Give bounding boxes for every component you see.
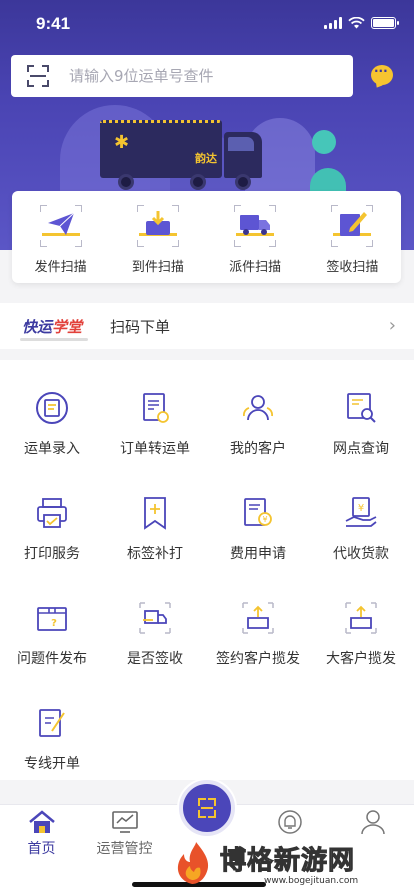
print-service-button[interactable]: 打印服务 bbox=[0, 465, 104, 565]
cod-payment-button[interactable]: ¥ 代收货款 bbox=[309, 465, 413, 565]
paper-plane-icon bbox=[39, 205, 82, 247]
contract-pickup-button[interactable]: 签约客户揽发 bbox=[206, 570, 310, 670]
monitor-icon bbox=[110, 809, 140, 835]
arrival-scan-button[interactable]: 到件扫描 bbox=[109, 191, 206, 283]
battery-icon bbox=[371, 17, 399, 29]
dedicated-line-button[interactable]: 专线开单 bbox=[0, 675, 104, 775]
grid-label: 签约客户揽发 bbox=[216, 651, 300, 667]
scan-order-banner[interactable]: 快运学堂 扫码下单 › bbox=[0, 303, 414, 349]
dedicated-line-icon bbox=[34, 705, 70, 741]
label-reprint-icon bbox=[137, 495, 173, 531]
outlet-search-button[interactable]: 网点查询 bbox=[309, 360, 413, 460]
svg-text:¥: ¥ bbox=[262, 515, 267, 524]
grid-label: 是否签收 bbox=[127, 651, 183, 667]
central-scan-button[interactable] bbox=[179, 780, 235, 836]
scan-actions-card: 发件扫描 到件扫描 派件扫描 签收扫描 bbox=[12, 191, 401, 283]
grid-label: 标签补打 bbox=[127, 546, 183, 562]
truck-brand-text: 韵达 bbox=[195, 152, 217, 165]
waybill-entry-icon bbox=[34, 390, 70, 426]
order-convert-icon bbox=[137, 390, 173, 426]
cod-payment-icon: ¥ bbox=[343, 495, 379, 531]
dispatch-scan-button[interactable]: 派件扫描 bbox=[207, 191, 304, 283]
svg-text:?: ? bbox=[51, 618, 57, 629]
tab-label: 首页 bbox=[27, 841, 56, 857]
fee-request-button[interactable]: ¥ 费用申请 bbox=[206, 465, 310, 565]
grid-label: 代收货款 bbox=[333, 546, 389, 562]
wifi-icon bbox=[348, 17, 365, 29]
my-customers-button[interactable]: 我的客户 bbox=[206, 360, 310, 460]
grid-label: 我的客户 bbox=[230, 441, 286, 457]
scan-order-link[interactable]: 扫码下单 bbox=[110, 316, 170, 337]
tab-operations[interactable]: 运营管控 bbox=[83, 805, 166, 865]
tab-label: 运营管控 bbox=[96, 841, 153, 857]
grid-label: 订单转运单 bbox=[120, 441, 190, 457]
express-academy-logo[interactable]: 快运学堂 bbox=[19, 316, 89, 341]
outlet-search-icon bbox=[343, 390, 379, 426]
feature-grid: 运单录入 订单转运单 我的客户 网点查询 打印服务 标签补打 ¥ 费用申请 ¥ … bbox=[0, 360, 414, 780]
waybill-entry-button[interactable]: 运单录入 bbox=[0, 360, 104, 460]
order-convert-button[interactable]: 订单转运单 bbox=[103, 360, 207, 460]
key-account-pickup-button[interactable]: 大客户揽发 bbox=[309, 570, 413, 670]
scan-label: 发件扫描 bbox=[34, 260, 87, 275]
tab-home[interactable]: 首页 bbox=[0, 805, 83, 865]
grid-label: 专线开单 bbox=[24, 756, 80, 772]
scan-label: 签收扫描 bbox=[326, 260, 379, 275]
problem-parcel-button[interactable]: ? 问题件发布 bbox=[0, 570, 104, 670]
printer-icon bbox=[34, 495, 70, 531]
grid-label: 大客户揽发 bbox=[326, 651, 396, 667]
key-account-pickup-icon bbox=[343, 600, 379, 636]
grid-label: 费用申请 bbox=[230, 546, 286, 562]
cellular-signal-icon bbox=[324, 17, 342, 29]
label-reprint-button[interactable]: 标签补打 bbox=[103, 465, 207, 565]
problem-parcel-icon: ? bbox=[34, 600, 70, 636]
status-bar: 9:41 bbox=[0, 0, 414, 48]
scan-code-icon[interactable] bbox=[27, 65, 49, 87]
status-time: 9:41 bbox=[36, 14, 71, 33]
tracking-number-input[interactable] bbox=[69, 67, 329, 85]
grid-label: 网点查询 bbox=[333, 441, 389, 457]
delivery-truck-icon bbox=[234, 205, 277, 247]
message-chat-icon[interactable] bbox=[371, 64, 393, 85]
scan-label: 到件扫描 bbox=[131, 260, 184, 275]
scan-label: 派件扫描 bbox=[229, 260, 282, 275]
svg-text:¥: ¥ bbox=[358, 503, 364, 514]
truck-illustration: ✱ 韵达 bbox=[100, 120, 265, 190]
customers-icon bbox=[240, 390, 276, 426]
fee-request-icon: ¥ bbox=[240, 495, 276, 531]
chevron-right-icon: › bbox=[388, 315, 396, 336]
sign-pen-icon bbox=[331, 205, 374, 247]
home-icon bbox=[27, 809, 57, 835]
contract-pickup-icon bbox=[240, 600, 276, 636]
grid-label: 问题件发布 bbox=[17, 651, 87, 667]
send-scan-button[interactable]: 发件扫描 bbox=[12, 191, 109, 283]
decor-ball bbox=[312, 130, 336, 154]
grid-label: 运单录入 bbox=[24, 441, 80, 457]
grid-label: 打印服务 bbox=[24, 546, 80, 562]
sign-scan-button[interactable]: 签收扫描 bbox=[304, 191, 401, 283]
flame-logo-icon bbox=[177, 842, 209, 884]
tracking-search-bar[interactable] bbox=[11, 55, 353, 97]
sign-check-button[interactable]: 是否签收 bbox=[103, 570, 207, 670]
watermark-title: 博格新游网 bbox=[219, 846, 356, 877]
bell-icon bbox=[275, 809, 305, 835]
brand-star-icon: ✱ bbox=[114, 132, 130, 153]
sign-check-icon bbox=[137, 600, 173, 636]
inbox-arrow-icon bbox=[136, 205, 179, 247]
watermark-url: www.bogejituan.com bbox=[264, 876, 359, 886]
decor-dome bbox=[310, 168, 346, 193]
watermark: 博格新游网 www.bogejituan.com bbox=[168, 838, 408, 890]
profile-icon bbox=[358, 809, 388, 835]
